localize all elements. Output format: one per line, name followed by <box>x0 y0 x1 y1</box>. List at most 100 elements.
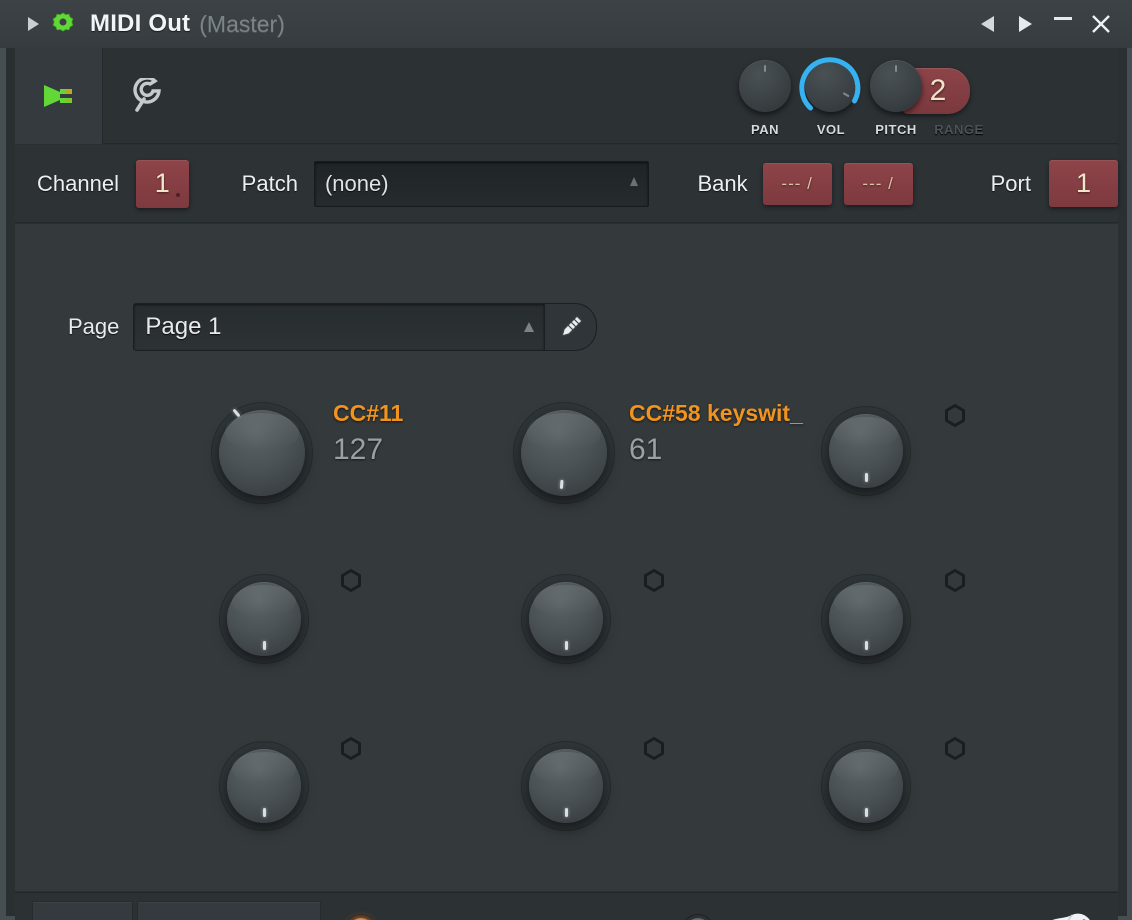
knob-4-slot[interactable] <box>340 569 362 597</box>
knob-grid: CC#11 127 CC#58 keyswit_ 61 <box>15 224 1118 891</box>
range-label-group: RANGE <box>928 56 990 137</box>
page-subtitle: (Master) <box>199 10 285 37</box>
knob-8-pointer <box>564 808 568 817</box>
knob-8-slot[interactable] <box>643 737 665 765</box>
knob-2[interactable] <box>521 410 607 496</box>
bank-lsb-field[interactable]: --- / <box>843 162 913 205</box>
plugin-frame: PAN VOL PITCH 2 RANGE Channel 1 Patch (n… <box>0 48 1132 920</box>
channel-value-field[interactable]: 1 <box>135 159 189 208</box>
window-controls <box>970 0 1118 48</box>
knob-cell-1 <box>219 408 305 496</box>
wrench-icon <box>133 78 161 112</box>
pitch-knob-tick <box>895 65 897 72</box>
knob-1-cc-label: CC#11 <box>333 400 404 426</box>
title-bar: MIDI Out (Master) <box>0 0 1132 48</box>
knob-2-labels: CC#58 keyswit_ 61 <box>629 400 803 467</box>
port-value-field[interactable]: 1 <box>1048 160 1118 207</box>
vol-knob-group: VOL <box>798 56 864 137</box>
reset-button[interactable]: Reset <box>32 901 133 920</box>
knob-1[interactable] <box>219 408 305 496</box>
dove-icon <box>1052 913 1090 920</box>
knob-2-cc-label: CC#58 keyswit_ <box>629 400 803 426</box>
channel-field-dot <box>175 192 180 197</box>
gear-icon[interactable] <box>48 11 76 37</box>
minimize-button[interactable] <box>1046 4 1080 44</box>
knob-3-pointer <box>864 473 868 482</box>
header-knob-group: PAN VOL PITCH 2 RANGE <box>732 56 990 137</box>
patch-select[interactable]: (none) <box>313 160 650 207</box>
tab-strip <box>15 48 191 144</box>
knob-1-labels: CC#11 127 <box>333 400 403 467</box>
next-preset-button[interactable] <box>1008 4 1042 44</box>
hexagon-slot-icon <box>644 737 664 760</box>
close-button[interactable] <box>1084 4 1118 44</box>
pan-knob-tick <box>764 65 766 72</box>
knob-cell-2 <box>521 410 607 496</box>
knob-7-slot[interactable] <box>340 737 362 765</box>
knob-2-value: 61 <box>629 433 663 466</box>
bank-msb-field[interactable]: --- / <box>762 162 832 205</box>
hexagon-slot-icon <box>341 737 361 760</box>
hexagon-slot-icon <box>945 569 965 592</box>
pitch-range-label: RANGE <box>934 122 984 137</box>
knob-cell-7 <box>227 749 301 823</box>
channel-patch-row: Channel 1 Patch (none) Bank --- / --- / … <box>15 145 1118 223</box>
page-title: MIDI Out <box>90 10 191 37</box>
knob-1-pointer <box>231 408 241 418</box>
knob-cell-3 <box>829 414 903 488</box>
vol-knob[interactable] <box>799 57 861 112</box>
pitch-knob-group: PITCH 2 <box>864 56 970 137</box>
knob-9[interactable] <box>829 749 903 823</box>
vol-knob-ring <box>799 57 861 111</box>
deactivate-all-button[interactable]: Deactivate all <box>137 901 321 920</box>
knob-4-pointer <box>262 641 266 650</box>
knob-cell-4 <box>227 582 301 656</box>
hexagon-slot-icon <box>945 737 965 760</box>
pitch-knob-label: PITCH <box>875 122 917 137</box>
prev-preset-button[interactable] <box>970 4 1004 44</box>
channel-label: Channel <box>37 170 119 196</box>
pitch-knob[interactable] <box>870 60 922 112</box>
plugin-tab[interactable] <box>15 48 103 144</box>
port-label: Port <box>990 170 1031 196</box>
patch-value: (none) <box>324 170 389 196</box>
knob-panel: Page Page 1 CC#11 127 CC#58 keyswit_ 61 <box>15 224 1118 891</box>
channel-value: 1 <box>154 168 170 198</box>
bank-label: Bank <box>697 170 748 196</box>
knob-cell-9 <box>829 749 903 823</box>
chevron-up-icon <box>630 176 639 186</box>
bank-msb-value: --- / <box>781 173 813 193</box>
pan-knob-label: PAN <box>751 122 779 137</box>
plugin-header: PAN VOL PITCH 2 RANGE <box>15 48 1118 144</box>
knob-9-slot[interactable] <box>944 737 966 765</box>
knob-cell-5 <box>529 582 603 656</box>
knob-1-value: 127 <box>333 433 384 466</box>
knob-5[interactable] <box>529 582 603 656</box>
bottom-toolbar: Reset Deactivate all Send MIDI pan / vol… <box>15 892 1118 920</box>
pan-knob-group: PAN <box>732 56 798 137</box>
port-value: 1 <box>1075 168 1091 198</box>
play-triangle-icon[interactable] <box>18 17 48 31</box>
plug-icon <box>44 85 72 107</box>
settings-tab[interactable] <box>103 48 191 144</box>
knob-3-slot[interactable] <box>944 404 966 432</box>
knob-5-pointer <box>564 641 568 650</box>
knob-3[interactable] <box>829 414 903 488</box>
knob-cell-6 <box>829 582 903 656</box>
knob-5-slot[interactable] <box>643 569 665 597</box>
hexagon-slot-icon <box>945 404 965 427</box>
knob-7[interactable] <box>227 749 301 823</box>
knob-7-pointer <box>262 808 266 817</box>
midi-out-plugin-window: MIDI Out (Master) PAN VOL PITCH 2 RANGE … <box>0 0 1132 920</box>
knob-6-pointer <box>864 641 868 650</box>
knob-2-pointer <box>559 479 563 489</box>
knob-9-pointer <box>864 808 868 817</box>
bank-lsb-value: --- / <box>862 173 894 193</box>
knob-8[interactable] <box>529 749 603 823</box>
knob-6-slot[interactable] <box>944 569 966 597</box>
knob-6[interactable] <box>829 582 903 656</box>
knob-4[interactable] <box>227 582 301 656</box>
knob-cell-8 <box>529 749 603 823</box>
pan-knob[interactable] <box>739 60 791 112</box>
vol-knob-label: VOL <box>816 122 846 137</box>
